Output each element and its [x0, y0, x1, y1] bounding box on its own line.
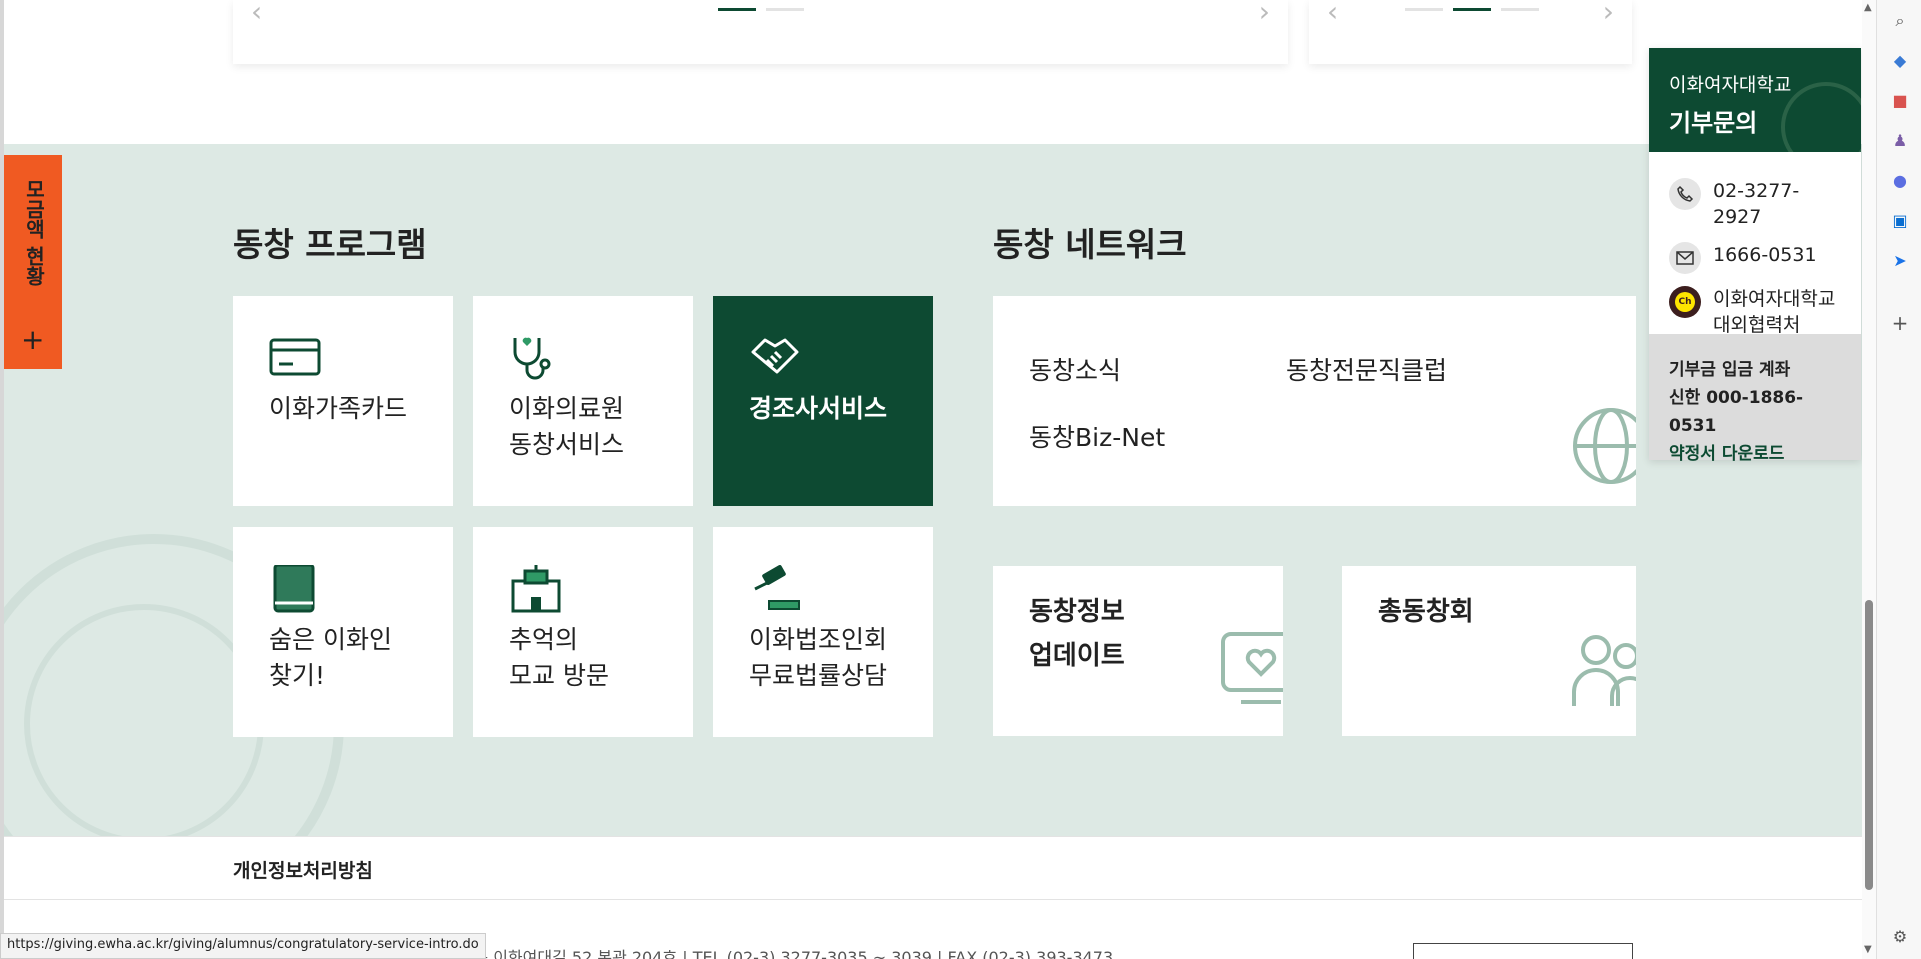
people-games-icon[interactable]: ♟ [1889, 130, 1911, 152]
globe-icon [1573, 408, 1636, 484]
people-icon [1572, 635, 1636, 706]
tile-label: 이화법조인회 무료법률상담 [749, 625, 888, 690]
info-update-title: 동창정보 업데이트 [1029, 597, 1125, 671]
phone-row[interactable]: 02-3277-2927 [1649, 178, 1861, 230]
book-icon [273, 565, 315, 613]
tile-label: 이화가족카드 [269, 394, 408, 423]
footer-address: 서울시 서대문구 이화여대길 52 본관 204호 | TEL (02-3) 3… [380, 948, 1114, 959]
outlook-icon[interactable]: ▣ [1889, 210, 1911, 232]
prev-arrow-icon[interactable]: ‹ [251, 0, 262, 26]
prev-arrow-icon[interactable]: ‹ [1327, 0, 1338, 26]
slider-dots [1405, 8, 1539, 11]
next-arrow-icon[interactable]: › [1603, 0, 1614, 26]
fundraising-status-tab[interactable]: 모금액 현황 + [4, 155, 62, 369]
tile-label: 숨은 이화인 찾기! [269, 625, 392, 690]
copilot-icon[interactable]: ● [1889, 170, 1911, 192]
page-scrollbar[interactable]: ▲ ▼ [1862, 0, 1876, 959]
mail-icon [1669, 242, 1701, 274]
tile-legal-consult[interactable]: 이화법조인회 무료법률상담 [713, 527, 933, 737]
building-icon [511, 565, 561, 613]
alumni-association-box[interactable]: 총동창회 [1342, 566, 1636, 736]
slider-dot[interactable] [718, 8, 756, 11]
tile-label: 추억의 모교 방문 [509, 625, 609, 690]
phone-icon [1669, 178, 1701, 210]
card-icon [269, 338, 321, 376]
add-icon[interactable]: + [1889, 312, 1911, 334]
donation-header: 이화여자대학교 기부문의 [1649, 48, 1861, 152]
link-professional-club[interactable]: 동창전문직클럽 [1286, 351, 1447, 387]
slider-card-right: ‹ › [1309, 0, 1632, 64]
phone-number: 02-3277-2927 [1713, 180, 1800, 228]
tile-family-card[interactable]: 이화가족카드 [233, 296, 453, 506]
privacy-policy-link[interactable]: 개인정보처리방침 [233, 856, 373, 883]
alumni-association-title: 총동창회 [1378, 597, 1474, 627]
tile-find-alumni[interactable]: 숨은 이화인 찾기! [233, 527, 453, 737]
scrollbar-thumb[interactable] [1865, 600, 1873, 890]
slider-dots [718, 8, 804, 11]
network-links-box: 동창소식 동창전문직클럽 동창Biz-Net [993, 296, 1636, 506]
link-biz-net[interactable]: 동창Biz-Net [1029, 418, 1165, 454]
monitor-heart-icon [1221, 632, 1283, 704]
slider-card-left: ‹ › [233, 0, 1288, 64]
settings-gear-icon[interactable]: ⚙ [1889, 926, 1911, 948]
slider-dot[interactable] [766, 8, 804, 11]
toolbox-icon[interactable]: ■ [1889, 90, 1911, 112]
stethoscope-icon [513, 337, 551, 380]
tile-medical-service[interactable]: 이화의료원 동창서비스 [473, 296, 693, 506]
status-bar-url: https://giving.ewha.ac.kr/giving/alumnus… [0, 933, 486, 959]
footer-divider [4, 836, 1862, 837]
account-box: 기부금 입금 계좌 신한 000-1886-0531 약정서 다운로드 [1649, 334, 1861, 464]
send-icon[interactable]: ➤ [1889, 250, 1911, 272]
mail-row[interactable]: 1666-0531 [1649, 242, 1861, 274]
slider-dot[interactable] [1405, 8, 1443, 11]
tile-label: 이화의료원 동창서비스 [509, 394, 625, 459]
pledge-download-link[interactable]: 약정서 다운로드 [1669, 440, 1841, 468]
program-title: 동창 프로그램 [233, 225, 427, 264]
channel-name: 이화여자대학교 대외협력처 [1713, 288, 1836, 336]
footer-divider [4, 899, 1862, 900]
tile-label: 경조사서비스 [749, 394, 888, 423]
plus-icon: + [21, 323, 45, 356]
browser-sidebar: ⌕ ◆ ■ ♟ ● ▣ ➤ + ⚙ [1876, 0, 1921, 959]
gavel-icon [754, 565, 800, 610]
tile-congratulatory-service[interactable]: 경조사서비스 [713, 296, 933, 506]
link-alumni-news[interactable]: 동창소식 [1029, 351, 1121, 387]
account-label: 기부금 입금 계좌 [1669, 360, 1791, 380]
info-update-box[interactable]: 동창정보 업데이트 [993, 566, 1283, 736]
family-site-select[interactable] [1413, 943, 1633, 959]
next-arrow-icon[interactable]: › [1259, 0, 1270, 26]
tile-campus-visit[interactable]: 추억의 모교 방문 [473, 527, 693, 737]
handshake-icon [751, 338, 799, 374]
page: ‹ › ‹ › 동창 프로그램 이화가족카드 이화의료원 동창서비스 경조사서비… [0, 0, 1921, 959]
slider-dot[interactable] [1501, 8, 1539, 11]
channel-row[interactable]: Ch 이화여자대학교 대외협력처 [1649, 286, 1861, 338]
kakao-channel-icon: Ch [1669, 286, 1701, 318]
account-number: 신한 000-1886-0531 [1669, 388, 1804, 436]
donation-inquiry-box: 이화여자대학교 기부문의 02-3277-2927 1666-0531 Ch 이… [1649, 48, 1861, 464]
slider-dot[interactable] [1453, 8, 1491, 11]
fundraising-status-label: 모금액 현황 [22, 179, 46, 286]
search-icon[interactable]: ⌕ [1889, 10, 1911, 32]
scroll-up-icon[interactable]: ▲ [1864, 2, 1872, 13]
network-title: 동창 네트워크 [993, 225, 1187, 264]
tag-icon[interactable]: ◆ [1889, 50, 1911, 72]
scroll-down-icon[interactable]: ▼ [1864, 944, 1872, 955]
fax-number: 1666-0531 [1713, 244, 1817, 266]
alumni-section: 동창 프로그램 이화가족카드 이화의료원 동창서비스 경조사서비스 숨은 이화인… [4, 144, 1862, 836]
